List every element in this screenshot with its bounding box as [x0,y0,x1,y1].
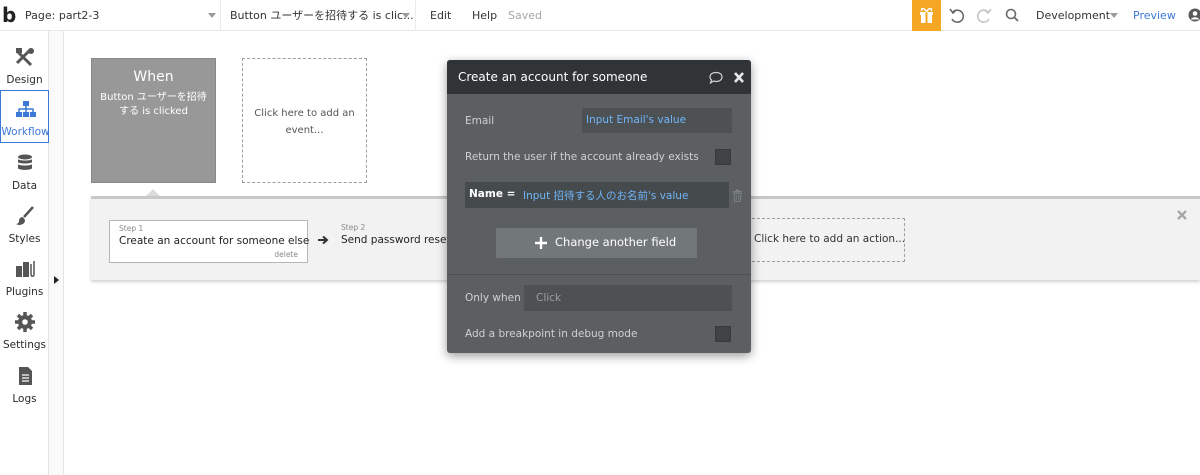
bubble-editor: b Page: part2-3 Button ユーザーを招待する is clic… [0,0,1200,475]
workflow-icon [16,101,36,117]
redo-icon [976,8,992,23]
step-number: Step 1 [119,224,144,233]
trash-icon[interactable] [732,189,743,202]
sidebar-item-label: Settings [2,339,47,351]
page-label: Page: part2-3 [25,9,100,22]
section-divider [447,274,751,275]
sidebar-item-label: Workflow [1,126,50,138]
search-icon [1005,8,1019,22]
event-dropdown[interactable]: Button ユーザーを招待する is clic... [230,0,416,31]
top-bar: b Page: part2-3 Button ユーザーを招待する is clic… [0,0,1200,31]
change-another-field-button[interactable]: Change another field [496,228,697,258]
close-icon[interactable] [732,71,746,84]
sidebar-item-label: Plugins [5,286,44,298]
event-card-subtitle: Button ユーザーを招待する is clicked [100,92,207,117]
undo-icon [949,8,965,23]
event-label: Button ユーザーを招待する is clic... [230,9,414,22]
document-icon [19,367,32,385]
step-card-2[interactable]: Step 2 Send password reset [336,220,456,263]
email-value-field[interactable]: Input Email's value [582,108,732,133]
add-action-text: Click here to add an action... [754,233,906,245]
arrow-right-icon [318,235,329,245]
plus-icon [535,237,547,249]
gift-button[interactable] [912,0,941,31]
add-event-placeholder[interactable]: Click here to add an event... [242,58,367,183]
database-icon [18,154,32,170]
design-icon [15,47,34,67]
search-button[interactable] [999,0,1025,31]
sidebar-item-styles[interactable]: Styles [0,198,49,251]
environment-dropdown[interactable]: Development [1036,0,1118,31]
saved-status: Saved [508,9,542,22]
sidebar-item-label: Data [11,180,38,192]
return-user-label: Return the user if the account already e… [465,151,699,163]
brush-icon [16,206,34,225]
sidebar-item-settings[interactable]: Settings [0,304,49,357]
edit-menu[interactable]: Edit [430,0,451,31]
event-card[interactable]: When Button ユーザーを招待する is clicked [91,58,216,183]
change-another-field-label: Change another field [555,235,677,249]
preview-link[interactable]: Preview [1133,0,1176,31]
redo-button[interactable] [971,0,997,31]
sidebar-item-label: Styles [8,233,41,245]
only-when-label: Only when [465,292,521,304]
sidebar-item-workflow[interactable]: Workflow [0,90,50,143]
page-dropdown[interactable]: Page: part2-3 [25,0,221,31]
dialog-title: Create an account for someone el [458,70,651,84]
help-menu[interactable]: Help [472,0,497,31]
environment-label: Development [1036,9,1111,22]
chevron-down-icon [402,13,410,18]
chevron-down-icon [208,13,216,18]
plug-icon [16,261,35,277]
email-label: Email [465,115,495,127]
close-icon[interactable] [1176,209,1188,221]
action-properties-dialog: Create an account for someone el Email I… [447,60,751,353]
step-title: Send password reset [341,234,451,246]
sidebar-item-data[interactable]: Data [0,145,49,198]
add-action-placeholder[interactable]: Click here to add an action... [747,218,905,262]
gift-icon [920,7,933,23]
name-field-value[interactable]: Input 招待する人のお名前's value [523,188,688,203]
step-number: Step 2 [341,223,366,232]
sidebar-gutter [49,31,64,475]
account-icon[interactable] [1188,8,1200,22]
step-title: Create an account for someone else [119,235,310,247]
sidebar-item-design[interactable]: Design [0,39,49,92]
sidebar-item-label: Design [6,74,43,86]
sidebar-item-label: Logs [12,393,37,405]
left-sidebar: Design Workflow Data Styles Plugins Sett… [0,31,50,475]
breakpoint-label: Add a breakpoint in debug mode [465,328,638,340]
sidebar-item-plugins[interactable]: Plugins [0,251,49,304]
sidebar-expand-arrow-icon[interactable] [54,276,59,284]
event-card-title: When [133,69,174,85]
chevron-down-icon [1110,13,1118,18]
name-field-label: Name = [469,188,516,200]
breakpoint-checkbox[interactable] [715,326,731,342]
sidebar-item-logs[interactable]: Logs [0,358,49,411]
gear-icon [15,312,35,332]
step-card-1[interactable]: Step 1 Create an account for someone els… [109,220,310,263]
only-when-field[interactable]: Click [524,285,732,311]
comment-icon[interactable] [709,71,723,84]
step-delete-link[interactable]: delete [274,250,298,259]
undo-button[interactable] [944,0,970,31]
bubble-logo[interactable]: b [0,3,20,27]
name-field-row[interactable]: Name = Input 招待する人のお名前's value [465,182,729,208]
add-event-text: Click here to add an event... [254,108,355,136]
return-user-checkbox[interactable] [715,149,731,165]
dialog-header: Create an account for someone el [447,60,751,94]
